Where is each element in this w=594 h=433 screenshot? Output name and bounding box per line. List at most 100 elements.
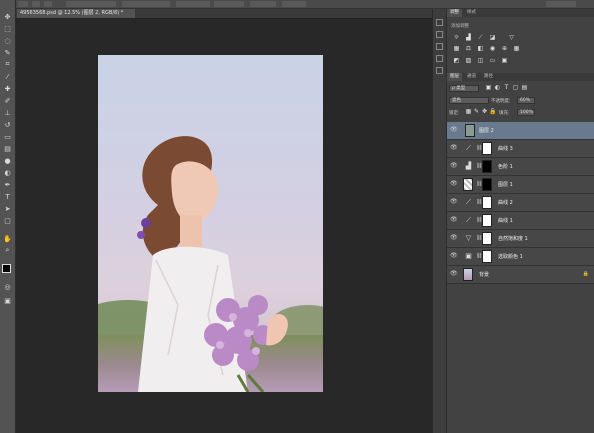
eyedropper-icon[interactable]: ⁄: [3, 72, 12, 81]
layer-mask-thumbnail[interactable]: [482, 250, 492, 263]
visibility-eye-icon[interactable]: 👁: [450, 127, 458, 133]
tab-styles[interactable]: 样式: [464, 9, 479, 17]
vibrance-icon[interactable]: ▽: [508, 35, 515, 41]
brightness-icon[interactable]: ☼: [453, 35, 460, 41]
layer-mask-thumbnail[interactable]: [482, 178, 492, 191]
info-panel-icon[interactable]: [436, 43, 443, 50]
lock-all-icon[interactable]: 🔒: [489, 109, 496, 115]
character-panel-icon[interactable]: [436, 55, 443, 62]
curves-icon[interactable]: ⟋: [477, 35, 484, 41]
path-select-icon[interactable]: ➤: [3, 204, 12, 213]
gradient-icon[interactable]: ▤: [3, 144, 12, 153]
move-icon[interactable]: ✥: [3, 12, 12, 21]
hand-icon[interactable]: ✋: [3, 234, 12, 243]
option-button-1[interactable]: [214, 1, 244, 7]
levels-icon[interactable]: ▟: [465, 35, 472, 41]
visibility-eye-icon[interactable]: 👁: [450, 145, 458, 151]
document-tab[interactable]: 49563568.psd @ 12.5% (图层 2, RGB/8) *: [17, 9, 135, 18]
tab-channels[interactable]: 通道: [464, 73, 479, 81]
visibility-eye-icon[interactable]: 👁: [450, 253, 458, 259]
option-checkbox-2[interactable]: [122, 1, 170, 7]
healing-icon[interactable]: ✚: [3, 84, 12, 93]
layer-mask-thumbnail[interactable]: [482, 160, 492, 173]
quick-select-icon[interactable]: ✎: [3, 48, 12, 57]
zoom-in-icon[interactable]: [32, 1, 40, 7]
gradient-map-icon[interactable]: ▭: [489, 58, 496, 64]
option-checkbox-3[interactable]: [176, 1, 210, 7]
layer-mask-thumbnail[interactable]: [482, 196, 492, 209]
color-balance-icon[interactable]: ⚖: [465, 46, 472, 52]
black-white-icon[interactable]: ◧: [477, 46, 484, 52]
fill-input[interactable]: 100%: [517, 109, 535, 116]
workspace-switcher[interactable]: [546, 1, 576, 7]
layer-row-曲线2[interactable]: 👁 ⟋ ⛓ 曲线 2: [447, 194, 594, 212]
tab-paths[interactable]: 路径: [481, 73, 496, 81]
invert-icon[interactable]: ◩: [453, 58, 460, 64]
eraser-icon[interactable]: ▭: [3, 132, 12, 141]
properties-panel-icon[interactable]: [436, 31, 443, 38]
layer-row-曲线3[interactable]: 👁 ⟋ ⛓ 曲线 3: [447, 140, 594, 158]
stamp-icon[interactable]: ⊥: [3, 108, 12, 117]
filter-shape-icon[interactable]: ▢: [512, 85, 519, 91]
color-lookup-icon[interactable]: ▦: [513, 46, 520, 52]
visibility-eye-icon[interactable]: 👁: [450, 271, 458, 277]
brush-icon[interactable]: ✐: [3, 96, 12, 105]
type-icon[interactable]: T: [3, 192, 12, 201]
layer-mask-thumbnail[interactable]: [482, 214, 492, 227]
zoom-out-icon[interactable]: [44, 1, 52, 7]
layer-row-色阶1[interactable]: 👁 ▟ ⛓ 色阶 1: [447, 158, 594, 176]
filter-smart-icon[interactable]: ▤: [521, 85, 528, 91]
marquee-icon[interactable]: ⬚: [3, 24, 12, 33]
visibility-eye-icon[interactable]: 👁: [450, 163, 458, 169]
history-panel-icon[interactable]: [436, 19, 443, 26]
lasso-icon[interactable]: ◌: [3, 36, 12, 45]
layer-mask-thumbnail[interactable]: [482, 142, 492, 155]
zoom-icon[interactable]: ⌕: [3, 246, 12, 255]
photo-filter-icon[interactable]: ◉: [489, 46, 496, 52]
channel-mixer-icon[interactable]: ⊕: [501, 46, 508, 52]
layer-row-自然饱和度1[interactable]: 👁 ▽ ⛓ 自然饱和度 1: [447, 230, 594, 248]
layer-row-图层1[interactable]: 👁 ⛓ 图层 1: [447, 176, 594, 194]
right-panels: 调整 样式 添加调整 ☼ ▟ ⟋ ◪ ▽ ▦ ⚖ ◧ ◉ ⊕ ▦ ◩ ▨ ◫ ▭…: [432, 9, 594, 433]
visibility-eye-icon[interactable]: 👁: [450, 181, 458, 187]
paragraph-panel-icon[interactable]: [436, 67, 443, 74]
option-button-2[interactable]: [250, 1, 276, 7]
hue-saturation-icon[interactable]: ▦: [453, 46, 460, 52]
crop-icon[interactable]: ⌗: [3, 60, 12, 69]
lock-position-icon[interactable]: ✥: [481, 109, 488, 115]
lock-pixels-icon[interactable]: ✎: [473, 109, 480, 115]
tool-preset-button[interactable]: [18, 1, 28, 7]
layer-mask-thumbnail[interactable]: [482, 232, 492, 245]
layer-row-曲线1[interactable]: 👁 ⟋ ⛓ 曲线 1: [447, 212, 594, 230]
blend-mode-select[interactable]: 滤色: [449, 97, 489, 104]
blur-icon[interactable]: ●: [3, 156, 12, 165]
threshold-icon[interactable]: ◫: [477, 58, 484, 64]
selective-color-icon[interactable]: ▣: [501, 58, 508, 64]
visibility-eye-icon[interactable]: 👁: [450, 199, 458, 205]
tab-adjustments[interactable]: 调整: [447, 9, 462, 17]
visibility-eye-icon[interactable]: 👁: [450, 217, 458, 223]
exposure-icon[interactable]: ◪: [489, 35, 496, 41]
opacity-input[interactable]: 60%: [517, 97, 535, 104]
layer-filter-select[interactable]: ρ 类型: [449, 85, 479, 92]
pen-icon[interactable]: ✒: [3, 180, 12, 189]
filter-pixel-icon[interactable]: ▣: [485, 85, 492, 91]
layer-row-背景[interactable]: 👁 背景 🔒: [447, 266, 594, 284]
foreground-color-swatch[interactable]: [2, 264, 11, 273]
visibility-eye-icon[interactable]: 👁: [450, 235, 458, 241]
option-button-3[interactable]: [282, 1, 306, 7]
layer-row-图层2[interactable]: 👁 图层 2: [447, 122, 594, 140]
filter-adjustment-icon[interactable]: ◐: [494, 85, 501, 91]
dodge-icon[interactable]: ◐: [3, 168, 12, 177]
quick-mask-icon[interactable]: ◎: [3, 282, 12, 291]
document-image[interactable]: [98, 55, 323, 392]
tab-layers[interactable]: 图层: [447, 73, 462, 81]
option-checkbox-1[interactable]: [66, 1, 116, 7]
screen-mode-icon[interactable]: ▣: [3, 296, 12, 305]
shape-icon[interactable]: ▢: [3, 216, 12, 225]
history-brush-icon[interactable]: ↺: [3, 120, 12, 129]
posterize-icon[interactable]: ▨: [465, 58, 472, 64]
filter-type-icon[interactable]: T: [503, 85, 510, 91]
lock-transparent-icon[interactable]: ▦: [465, 109, 472, 115]
layer-row-选取颜色1[interactable]: 👁 ▣ ⛓ 选取颜色 1: [447, 248, 594, 266]
